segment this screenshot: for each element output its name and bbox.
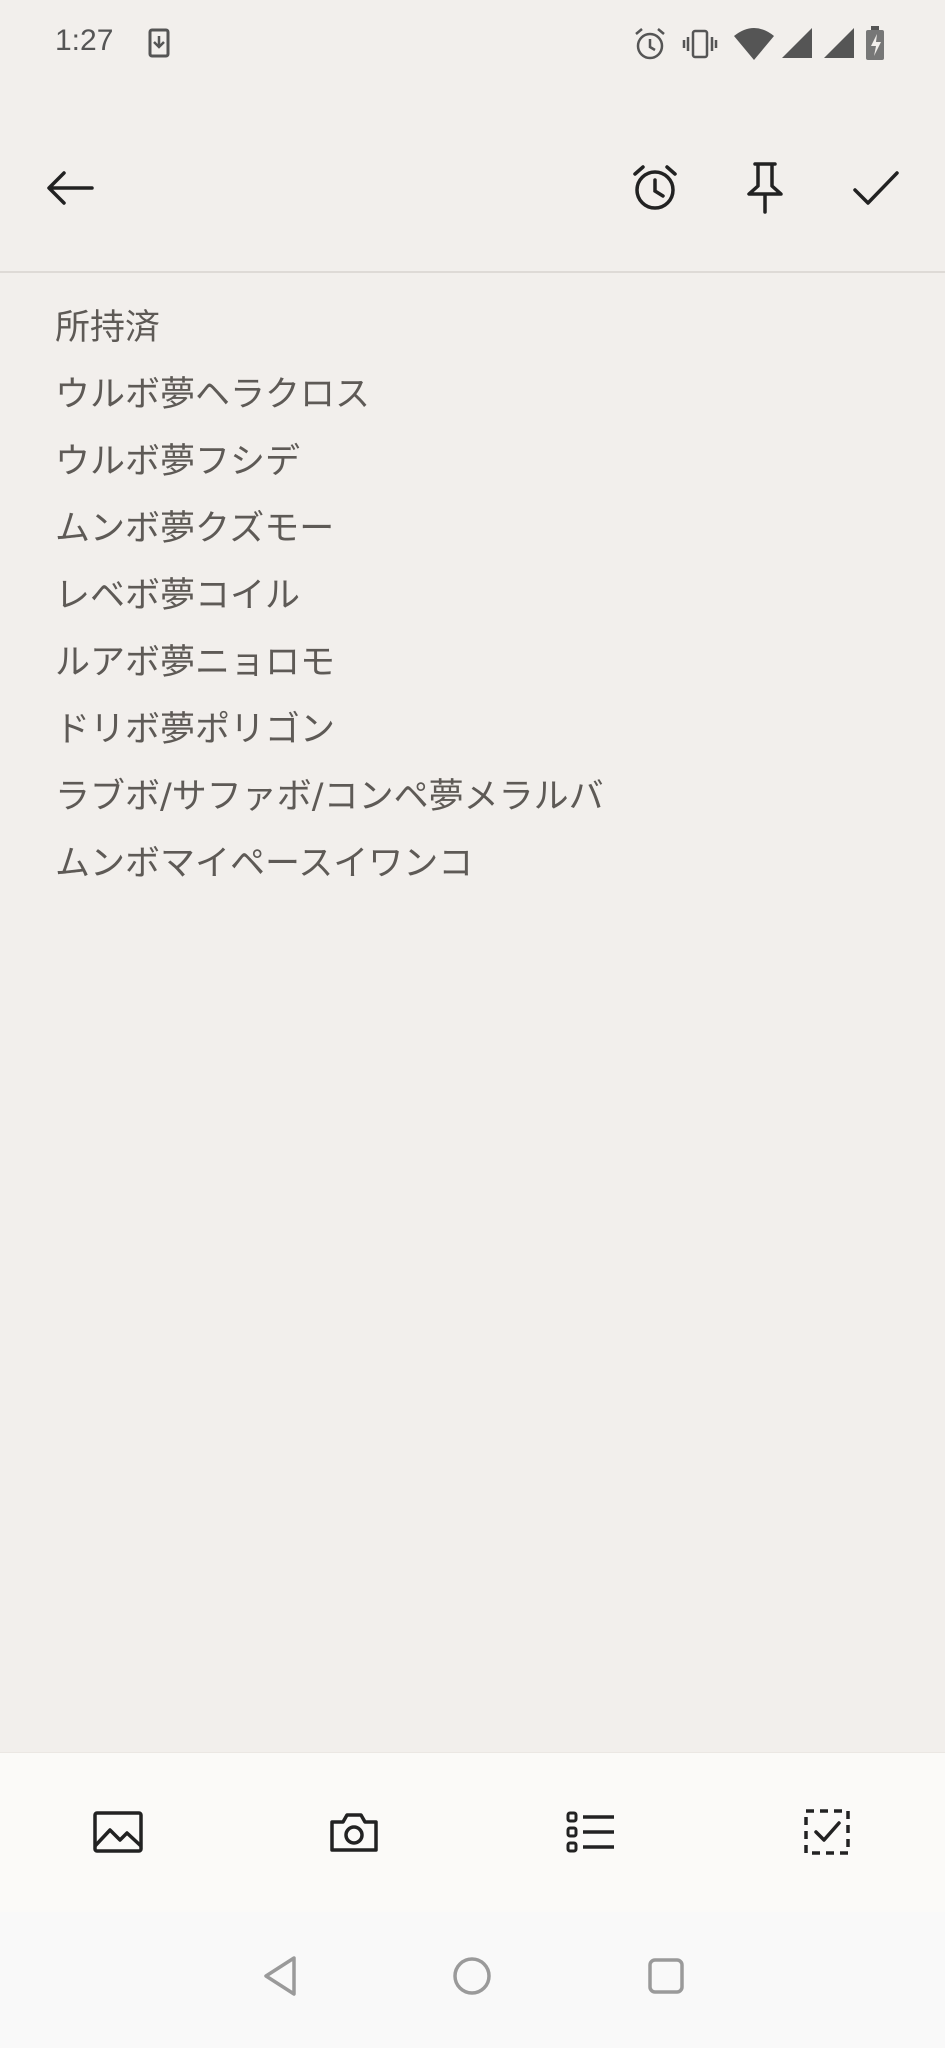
checklist-button[interactable] [792,1799,862,1869]
recents-square-icon [646,1956,686,2000]
alarm-icon [630,24,670,64]
note-line-3: ウルボ夢フシデ [55,442,301,482]
toolbar-divider [0,271,945,273]
home-circle-icon [450,1954,494,2002]
note-line-8: ラブボ/サファボ/コンペ夢メラルバ [55,777,604,817]
pin-icon [741,160,789,220]
check-icon [851,168,901,212]
nav-back-button[interactable] [250,1948,310,2008]
insert-image-button[interactable] [83,1799,153,1869]
note-action-bar [0,1752,945,1913]
status-bar: 1:27 [0,0,945,86]
signal-icon [778,24,818,64]
note-text-area[interactable]: 所持済 ウルボ夢ヘラクロス ウルボ夢フシデ ムンボ夢クズモー レベボ夢コイル ル… [55,295,895,898]
nav-home-button[interactable] [442,1948,502,2008]
note-line-1: 所持済 [55,308,161,348]
pin-button[interactable] [725,150,805,230]
note-line-9: ムンボマイペースイワンコ [55,844,474,884]
note-line-6: ルアボ夢ニョロモ [55,643,336,683]
download-icon [140,24,180,64]
back-button[interactable] [30,150,110,230]
vibrate-icon [680,24,720,64]
status-time: 1:27 [55,24,114,57]
image-icon [92,1810,144,1858]
note-line-4: ムンボ夢クズモー [55,509,335,549]
alarm-clock-icon [629,162,681,218]
done-button[interactable] [836,150,916,230]
wifi-icon [732,24,774,64]
note-line-7: ドリボ夢ポリゴン [55,710,336,750]
system-nav-bar [0,1912,945,2048]
back-triangle-icon [260,1954,300,2002]
camera-icon [328,1810,380,1858]
note-line-5: レベボ夢コイル [55,576,301,616]
reminder-button[interactable] [615,150,695,230]
checkbox-list-icon [803,1808,851,1860]
bulleted-list-icon [565,1810,617,1858]
note-line-2: ウルボ夢ヘラクロス [55,375,371,415]
battery-charging-icon [862,24,902,64]
signal-icon-2 [820,24,860,64]
nav-recents-button[interactable] [636,1948,696,2008]
bulleted-list-button[interactable] [556,1799,626,1869]
note-toolbar [0,130,945,260]
take-photo-button[interactable] [319,1799,389,1869]
arrow-left-icon [44,168,96,212]
